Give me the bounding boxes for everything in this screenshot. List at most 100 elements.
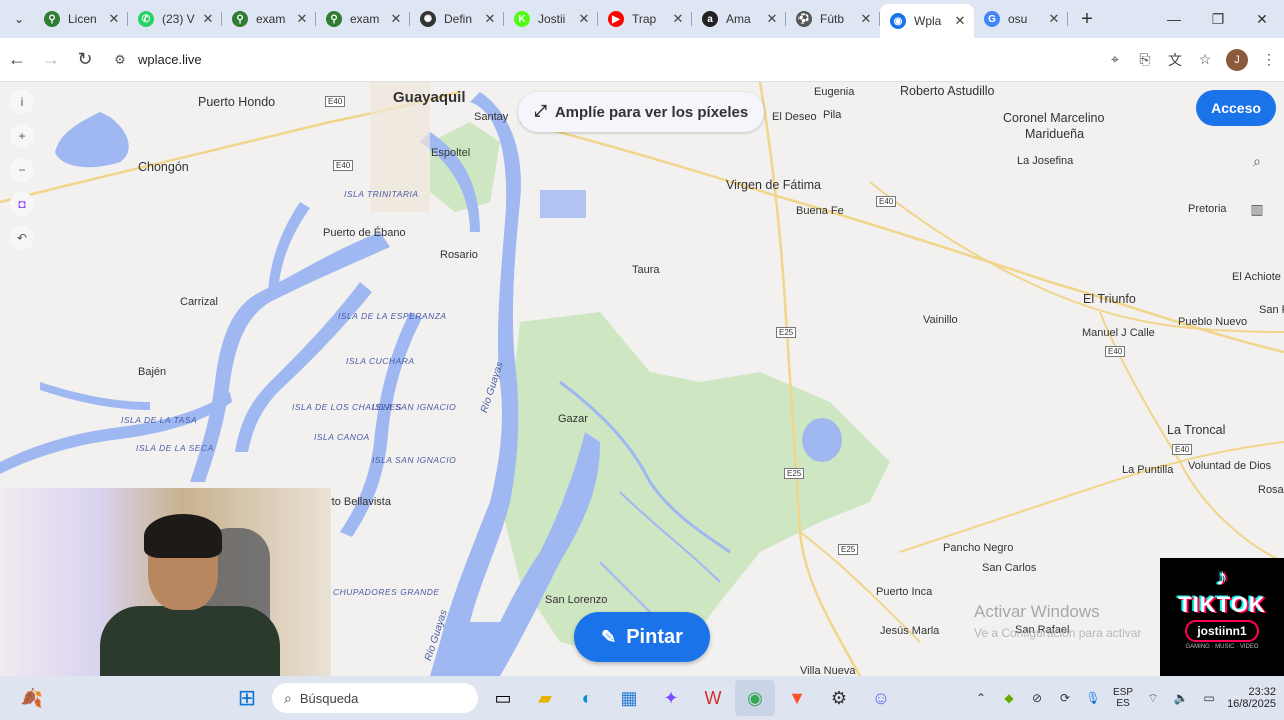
reload-icon[interactable]: ↻: [68, 43, 102, 77]
wps-icon[interactable]: W: [693, 680, 733, 716]
close-window-icon[interactable]: ✕: [1240, 4, 1284, 34]
tray-app-icon[interactable]: ◆: [995, 683, 1023, 713]
twitch-icon[interactable]: ◘: [10, 192, 34, 216]
globe-icon: ◉: [890, 13, 906, 29]
address-bar[interactable]: wplace.live: [138, 52, 202, 67]
tiktok-note-icon: ♪: [1216, 564, 1228, 591]
minimize-icon[interactable]: —: [1152, 4, 1196, 34]
login-button[interactable]: Acceso: [1196, 90, 1276, 126]
tab-title: Wpla: [914, 14, 942, 28]
tab-title: Defin: [444, 12, 473, 26]
tab-title: exam: [350, 12, 380, 26]
chrome-icon[interactable]: ◉: [735, 680, 775, 716]
browser-tab[interactable]: ◉ Wpla ✕: [880, 4, 974, 38]
openai-icon: ✺: [420, 11, 436, 27]
volume-icon[interactable]: 🔈: [1167, 683, 1195, 713]
task-view-icon[interactable]: ▭: [483, 680, 523, 716]
map-place-label: El Triunfo: [1083, 292, 1136, 306]
search-location-icon[interactable]: ⌕: [1244, 148, 1270, 174]
map-side-controls: i + − ◘ ↶: [10, 90, 34, 260]
browser-tab[interactable]: ⚲ exam ✕: [222, 4, 316, 34]
close-tab-icon[interactable]: ✕: [670, 11, 686, 27]
new-tab-button[interactable]: +: [1072, 4, 1102, 34]
webcam-person-body: [100, 606, 280, 676]
browser-tab[interactable]: ⚽ Fútb ✕: [786, 4, 880, 34]
map-place-label: La Puntilla: [1122, 464, 1174, 476]
store-icon[interactable]: ▦: [609, 680, 649, 716]
close-tab-icon[interactable]: ✕: [388, 11, 404, 27]
brave-icon[interactable]: ▼: [777, 680, 817, 716]
map-pin-icon: ⚲: [326, 11, 342, 27]
forward-arrow-icon[interactable]: →: [34, 43, 68, 77]
browser-tab[interactable]: ✆ (23) V ✕: [128, 4, 222, 34]
paint-button[interactable]: ✎ Pintar: [574, 612, 710, 662]
close-tab-icon[interactable]: ✕: [764, 11, 780, 27]
map-canvas[interactable]: Puerto Hondo Guayaquil Santay Eugenia Robert…: [0, 82, 1284, 676]
map-place-label: Roberto Astudillo: [900, 84, 995, 98]
close-tab-icon[interactable]: ✕: [576, 11, 592, 27]
browser-tab[interactable]: ⚲ exam ✕: [316, 4, 410, 34]
microphone-icon[interactable]: 🎙: [1079, 683, 1107, 713]
site-info-icon[interactable]: ⚙: [108, 48, 132, 72]
wifi-icon[interactable]: ⌔: [1139, 683, 1167, 713]
road-shield: E40: [1172, 444, 1193, 455]
zoom-out-icon[interactable]: −: [10, 158, 34, 182]
windows-start-icon[interactable]: ⊞: [227, 680, 267, 716]
language-indicator[interactable]: ESP ES: [1113, 687, 1133, 709]
map-place-label: Coronel Marcelino: [1003, 111, 1105, 125]
weather-widget-icon[interactable]: 🍂: [14, 680, 50, 716]
clock[interactable]: 23:32 16/8/2025: [1227, 686, 1276, 710]
map-place-label: rto Bellavista: [328, 496, 391, 508]
info-icon[interactable]: i: [10, 90, 34, 114]
close-tab-icon[interactable]: ✕: [482, 11, 498, 27]
discord-icon[interactable]: ☺: [861, 680, 901, 716]
browser-tab[interactable]: ⚲ Licen ✕: [34, 4, 128, 34]
edge-icon[interactable]: ◐: [567, 680, 607, 716]
install-app-icon[interactable]: ⎘: [1130, 45, 1160, 75]
tray-chevron-up-icon[interactable]: ⌃: [967, 683, 995, 713]
browser-tab[interactable]: a Ama ✕: [692, 4, 786, 34]
tab-search-chevron-icon[interactable]: ⌄: [4, 4, 34, 34]
location-icon[interactable]: ⌖: [1100, 45, 1130, 75]
map-place-label: Eugenia: [814, 86, 855, 98]
close-tab-icon[interactable]: ✕: [200, 11, 216, 27]
menu-kebab-icon[interactable]: ⋮: [1254, 45, 1284, 75]
map-place-label: Vainillo: [923, 314, 958, 326]
map-place-label: El Achiote: [1232, 271, 1281, 283]
close-tab-icon[interactable]: ✕: [1046, 11, 1062, 27]
back-arrow-icon[interactable]: ←: [0, 43, 34, 77]
history-icon[interactable]: ↶: [10, 226, 34, 250]
close-tab-icon[interactable]: ✕: [858, 11, 874, 27]
zoom-in-icon[interactable]: +: [10, 124, 34, 148]
close-tab-icon[interactable]: ✕: [294, 11, 310, 27]
browser-tab[interactable]: K Jostii ✕: [504, 4, 598, 34]
map-island-label: ISLA CANOA: [314, 432, 370, 442]
window-controls: — ❐ ✕: [1152, 4, 1284, 34]
translate-icon[interactable]: 文: [1160, 45, 1190, 75]
map-island-label: ISLA DE LA TASA: [121, 415, 198, 425]
map-right-controls: ⌕ ▥: [1244, 148, 1270, 244]
map-place-label: Chongón: [138, 160, 189, 174]
maximize-icon[interactable]: ❐: [1196, 4, 1240, 34]
bookmark-star-icon[interactable]: ☆: [1190, 45, 1220, 75]
amazon-icon: a: [702, 11, 718, 27]
close-tab-icon[interactable]: ✕: [106, 11, 122, 27]
tray-sync-icon[interactable]: ⟳: [1051, 683, 1079, 713]
tiktok-handle: jostiinn1: [1185, 620, 1259, 642]
battery-icon[interactable]: ▭: [1195, 683, 1223, 713]
taskbar-search[interactable]: ⌕ Búsqueda: [272, 683, 478, 713]
tray-network-off-icon[interactable]: ⊘: [1023, 683, 1051, 713]
map-place-label: Carrizal: [180, 296, 218, 308]
browser-tab[interactable]: ✺ Defin ✕: [410, 4, 504, 34]
road-shield: E40: [325, 96, 346, 107]
tab-title: Licen: [68, 12, 97, 26]
steam-icon[interactable]: ⚙: [819, 680, 859, 716]
close-tab-icon[interactable]: ✕: [952, 13, 968, 29]
browser-tab[interactable]: Gosu ✕: [974, 4, 1068, 34]
profile-avatar[interactable]: J: [1226, 48, 1248, 71]
file-explorer-icon[interactable]: ▰: [525, 680, 565, 716]
copilot-icon[interactable]: ✦: [651, 680, 691, 716]
map-place-label: Buena Fe: [796, 205, 844, 217]
leaderboard-icon[interactable]: ▥: [1244, 196, 1270, 222]
browser-tab[interactable]: ▶ Trap ✕: [598, 4, 692, 34]
